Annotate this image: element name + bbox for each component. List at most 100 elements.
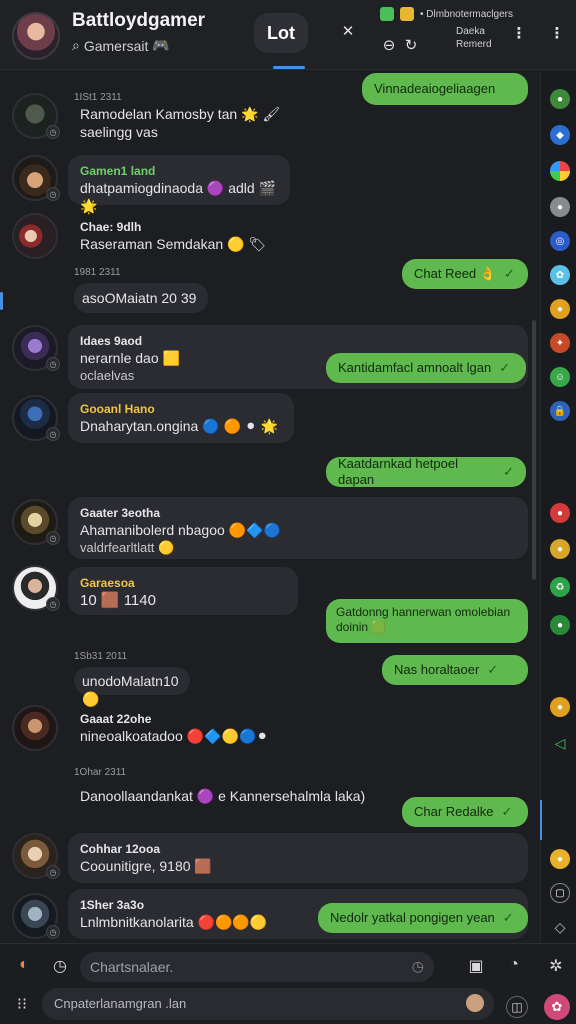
outgoing-text: Vinnadeaiogeliaagen xyxy=(374,81,496,96)
outgoing-message[interactable]: Char Redalke ✓ xyxy=(402,797,528,827)
message-subtext: saelingg vas xyxy=(80,124,158,140)
incoming-message[interactable]: Cohhar 12ooa Coounitigre, 9180 🟫 xyxy=(68,833,528,883)
rail-icon-shield[interactable]: ◁ xyxy=(550,733,570,753)
rail-icon-box[interactable]: ▢ xyxy=(550,883,570,903)
read-check-icon: ✓ xyxy=(501,804,513,819)
scrollbar[interactable] xyxy=(532,320,536,580)
subtitle-emoji: 🎮 xyxy=(152,37,170,53)
user-avatar-icon[interactable] xyxy=(466,994,484,1012)
incoming-message[interactable]: Danoollaandankat 🟣 e Kannersehalmla laka… xyxy=(74,783,374,811)
outgoing-text: Char Redalke xyxy=(414,804,494,819)
refresh-icon[interactable]: ↻ xyxy=(402,36,420,54)
send-icon[interactable]: ✿ xyxy=(544,994,570,1020)
outgoing-text: Nas horaltaoer xyxy=(394,662,480,677)
rail-icon-red[interactable]: ● xyxy=(550,503,570,523)
status-yellow-icon xyxy=(400,7,414,21)
sender-name: Gaaat 22ohe xyxy=(80,712,152,726)
avatar-badge: ◷ xyxy=(46,865,60,879)
rail-icon-blue[interactable]: ◆ xyxy=(550,125,570,145)
rail-icon-recycle[interactable]: ♻ xyxy=(550,577,570,597)
chat-title: Battloydgamer xyxy=(72,10,206,31)
right-label-2: Remerd xyxy=(456,39,492,50)
avatar[interactable] xyxy=(12,705,58,751)
message-text: dhatpamiogdinaoda 🟣 adld 🎬 🌟 xyxy=(80,180,276,214)
outgoing-text: Gatdonng hannerwan omolebian xyxy=(336,605,511,619)
outgoing-text: Nedolr yatkal pongigen yean xyxy=(330,910,495,925)
incoming-message[interactable]: Gaater 3eotha Ahamanibolerd nbagoo 🟠🔷🔵 v… xyxy=(68,497,528,559)
settings-icon[interactable]: ✲ xyxy=(546,956,566,976)
outgoing-message[interactable]: Gatdonng hannerwan omolebian doinin 🟩 xyxy=(326,599,528,643)
rail-icon-amber[interactable]: ● xyxy=(550,697,570,717)
menu-icon[interactable]: ⋮ xyxy=(548,24,566,42)
incoming-message[interactable]: asoOMaiatn 20 39 xyxy=(74,283,208,313)
composer-bar: ◐ ◷ Chartsnalaer. ◷ ▣ ◔ ✲ ⁝⁝ Cnpaterlana… xyxy=(0,943,576,1024)
rail-icon-ring[interactable]: ◎ xyxy=(550,231,570,251)
outgoing-message[interactable]: Chat Reed 👌 ✓ xyxy=(402,259,528,289)
avatar-badge: ◷ xyxy=(46,187,60,201)
outgoing-text: Kaatdarnkad hetpoel dapan xyxy=(338,456,458,487)
avatar-badge: ◷ xyxy=(46,125,60,139)
read-check-icon: ✓ xyxy=(503,266,515,281)
rail-icon-leaf[interactable]: ● xyxy=(550,89,570,109)
input-placeholder: Chartsnalaer. xyxy=(90,959,174,975)
rail-icon-green[interactable]: ● xyxy=(550,615,570,635)
apps-grid-icon[interactable]: ⁝⁝ xyxy=(12,994,32,1014)
google-icon[interactable]: ◐ xyxy=(14,956,34,974)
search-icon: ⌕ xyxy=(72,37,80,53)
outgoing-message[interactable]: Kaatdarnkad hetpoel dapan ✓ xyxy=(326,456,526,487)
right-label-1: Daeka xyxy=(456,26,485,37)
incoming-message[interactable]: Chae: 9dlh Raseraman Semdakan 🟡 🏷 xyxy=(68,211,288,257)
read-check-icon: ✓ xyxy=(487,662,499,677)
incoming-message[interactable]: Gooanl Hano Dnaharytan.ongina 🔵 🟠 ⚫ 🌟 xyxy=(68,393,294,443)
rail-icon-orange[interactable]: ● xyxy=(550,299,570,319)
clock-icon[interactable]: ⊖ xyxy=(380,36,398,54)
secondary-input[interactable]: Cnpaterlanamgran .lan xyxy=(42,988,494,1020)
sender-name: Gaater 3eotha xyxy=(80,506,161,520)
message-text: Ahamanibolerd nbagoo 🟠🔷🔵 xyxy=(80,522,281,538)
outgoing-message[interactable]: Kantidamfacl amnoalt lgan ✓ xyxy=(326,353,526,383)
top-bar: Battloydgamer ⌕ Gamersait 🎮 Lot ✕ • Dlmb… xyxy=(0,0,576,70)
rail-icon-diamond[interactable]: ◇ xyxy=(550,917,570,937)
tab-underline xyxy=(273,66,305,69)
rail-icon-lock[interactable]: 🔒 xyxy=(550,401,570,421)
rail-icon-yellow[interactable]: ● xyxy=(550,849,570,869)
rail-icon-flame[interactable]: ✦ xyxy=(550,333,570,353)
message-subtext: valdrfearltlatt 🟡 xyxy=(80,540,175,555)
message-time: 1ISt1 2311 xyxy=(74,92,122,103)
clock-icon[interactable]: ◷ xyxy=(412,958,424,975)
sticker-icon[interactable]: ▣ xyxy=(466,956,486,976)
secondary-placeholder: Cnpaterlanamgran .lan xyxy=(54,996,187,1011)
rail-active-marker xyxy=(540,800,542,840)
message-time: 1Ohar 2311 xyxy=(74,767,127,778)
message-input[interactable]: Chartsnalaer. ◷ xyxy=(80,952,434,982)
message-text: Coounitigre, 9180 🟫 xyxy=(80,858,212,874)
outgoing-text: Kantidamfacl amnoalt lgan xyxy=(338,360,492,375)
close-icon[interactable]: ✕ xyxy=(338,22,358,40)
profile-avatar[interactable] xyxy=(12,12,60,60)
more-options-icon[interactable]: ⋮ xyxy=(510,24,528,42)
outgoing-message[interactable]: Vinnadeaiogeliaagen xyxy=(362,73,528,105)
incoming-message[interactable]: unodoMalatn10 🟡 xyxy=(74,667,190,707)
compass-icon[interactable]: ◔ xyxy=(504,956,524,974)
message-text: Lnlmbnitkanolarita 🔴🟠🟠🟡 xyxy=(80,914,268,930)
outgoing-message[interactable]: Nedolr yatkal pongigen yean ✓ xyxy=(318,903,528,933)
attach-icon[interactable]: ◫ xyxy=(506,996,528,1018)
rail-icon-chrome[interactable] xyxy=(550,161,570,181)
rail-icon-gold[interactable]: ● xyxy=(550,539,570,559)
outgoing-message[interactable]: Nas horaltaoer ✓ xyxy=(382,655,528,685)
subtitle-text: Gamersait xyxy=(83,37,149,54)
incoming-message[interactable]: Ramodelan Kamosby tan 🌟 🖌 saelingg vas xyxy=(74,105,304,153)
message-time: 1Sb31 2011 xyxy=(74,651,128,662)
pill-button[interactable]: Lot xyxy=(254,13,308,53)
rail-icon-gray[interactable]: ● xyxy=(550,197,570,217)
rail-icon-cyan[interactable]: ✿ xyxy=(550,265,570,285)
avatar[interactable] xyxy=(12,213,58,259)
incoming-message[interactable]: Gamen1 land dhatpamiogdinaoda 🟣 adld 🎬 🌟 xyxy=(68,155,290,214)
incoming-message[interactable]: Gaaat 22ohe nineoalkoatadoo 🔴🔷🟡🔵⚫ xyxy=(68,703,328,751)
message-list[interactable]: Vinnadeaiogeliaagen ◷ 1ISt1 2311 Ramodel… xyxy=(0,71,540,943)
incoming-message[interactable]: Garaesoa 10 🟫 1140 xyxy=(68,567,298,615)
avatar-badge: ◷ xyxy=(46,597,60,611)
message-text: nineoalkoatadoo 🔴🔷🟡🔵⚫ xyxy=(80,728,269,744)
rail-icon-smile[interactable]: ☺ xyxy=(550,367,570,387)
timer-icon[interactable]: ◷ xyxy=(50,956,70,976)
